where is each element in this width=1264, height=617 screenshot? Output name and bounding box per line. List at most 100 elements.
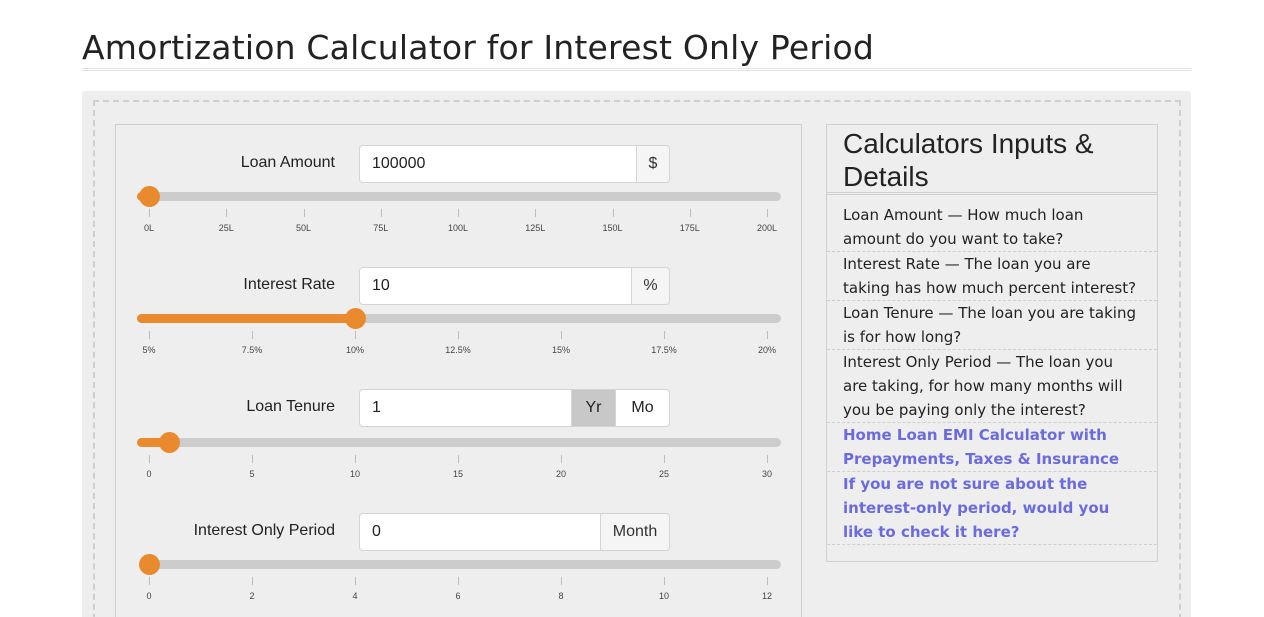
tenure-year-toggle[interactable]: Yr	[571, 389, 616, 427]
interest-rate-slider-fill	[137, 314, 355, 323]
info-item-interest-only-period: Interest Only Period — The loan you are …	[827, 350, 1157, 423]
info-item-loan-tenure: Loan Tenure — The loan you are taking is…	[827, 301, 1157, 350]
slider-tick	[355, 331, 356, 339]
slider-tick-label: 2	[249, 591, 255, 601]
loan-tenure-ticks: 0 5 10 15 20 25 30	[146, 455, 772, 485]
slider-tick	[226, 209, 228, 217]
slider-tick	[767, 209, 768, 217]
interest-only-period-slider-handle[interactable]	[139, 554, 160, 575]
slider-tick	[149, 455, 150, 463]
slider-tick-label: 15	[452, 469, 464, 479]
slider-tick	[664, 455, 665, 463]
slider-tick-label: 12.5%	[445, 345, 471, 355]
title-divider	[82, 68, 1191, 71]
interest-only-period-input[interactable]	[359, 513, 600, 551]
interest-rate-input[interactable]	[359, 267, 631, 305]
slider-tick-label: 150L	[602, 223, 623, 233]
interest-rate-label: Interest Rate	[243, 276, 335, 293]
loan-tenure-input[interactable]	[359, 389, 571, 427]
interest-rate-slider[interactable]	[137, 308, 781, 329]
slider-tick-label: 10	[349, 469, 361, 479]
slider-tick-label: 200L	[756, 223, 778, 233]
slider-tick	[535, 209, 537, 217]
page-title: Amortization Calculator for Interest Onl…	[82, 28, 874, 67]
slider-tick-label: 12	[761, 591, 773, 601]
percent-addon: %	[631, 267, 670, 305]
slider-tick	[458, 331, 459, 339]
slider-tick	[561, 577, 562, 585]
slider-tick	[689, 209, 691, 217]
slider-tick	[355, 577, 356, 585]
slider-tick	[303, 209, 305, 217]
interest-only-period-label: Interest Only Period	[193, 522, 335, 539]
slider-tick-label: 125L	[525, 223, 546, 233]
slider-tick-label: 8	[558, 591, 564, 601]
tenure-month-toggle[interactable]: Mo	[616, 389, 670, 427]
slider-tick	[149, 331, 150, 339]
interest-rate-ticks: 5% 7.5% 10% 12.5% 15% 17.5% 20%	[142, 331, 776, 361]
slider-tick	[252, 455, 253, 463]
slider-tick-label: 20%	[757, 345, 777, 355]
slider-tick	[149, 209, 150, 217]
slider-tick	[252, 577, 253, 585]
slider-tick-label: 0	[146, 591, 152, 601]
slider-tick-label: 30	[761, 469, 773, 479]
info-item-interest-rate: Interest Rate — The loan you are taking …	[827, 252, 1157, 301]
slider-tick-label: 15%	[551, 345, 571, 355]
slider-tick-label: 17.5%	[651, 345, 677, 355]
currency-addon: $	[636, 145, 670, 183]
slider-tick	[561, 331, 562, 339]
slider-tick-label: 6	[455, 591, 461, 601]
slider-tick-label: 50L	[295, 223, 312, 233]
loan-amount-group: $	[359, 145, 670, 183]
slider-tick	[380, 209, 382, 217]
slider-tick	[355, 455, 356, 463]
slider-tick-label: 175L	[679, 223, 700, 233]
info-panel-divider	[827, 192, 1157, 195]
loan-amount-input[interactable]	[359, 145, 636, 183]
loan-amount-slider[interactable]	[137, 186, 781, 207]
info-item-loan-amount: Loan Amount — How much loan amount do yo…	[827, 203, 1157, 252]
home-loan-emi-link[interactable]: Home Loan EMI Calculator with Prepayment…	[827, 423, 1157, 472]
slider-tick	[458, 455, 459, 463]
slider-tick	[252, 331, 253, 339]
slider-tick	[149, 577, 150, 585]
slider-tick-label: 25L	[218, 223, 234, 233]
slider-tick-label: 75L	[373, 223, 389, 233]
interest-only-check-link[interactable]: If you are not sure about the interest-o…	[827, 472, 1157, 545]
loan-tenure-group: Yr Mo	[359, 389, 670, 427]
slider-tick	[612, 209, 614, 217]
slider-tick-label: 0	[146, 469, 152, 479]
slider-tick	[664, 577, 665, 585]
info-list: Loan Amount — How much loan amount do yo…	[827, 203, 1157, 545]
loan-amount-label: Loan Amount	[240, 154, 335, 171]
slider-tick-label: 10%	[345, 345, 365, 355]
slider-tick	[561, 455, 562, 463]
slider-tick-label: 10	[658, 591, 670, 601]
loan-amount-slider-handle[interactable]	[139, 186, 160, 207]
slider-tick-label: 7.5%	[241, 345, 263, 355]
slider-tick-label: 20	[555, 469, 567, 479]
interest-rate-slider-handle[interactable]	[344, 308, 366, 329]
interest-rate-group: %	[359, 267, 670, 305]
slider-tick-label: 5%	[142, 345, 156, 355]
interest-only-period-ticks: 0 2 4 6 8 10 12	[146, 577, 772, 607]
month-addon: Month	[600, 513, 670, 551]
slider-tick	[458, 577, 459, 585]
loan-amount-ticks: 0L 25L 50L 75L 100L 125L 150L 175L 200L	[144, 209, 777, 239]
loan-tenure-label: Loan Tenure	[246, 398, 335, 415]
slider-tick-label: 5	[249, 469, 255, 479]
slider-tick	[767, 331, 768, 339]
interest-only-period-group: Month	[359, 513, 670, 551]
info-panel: Calculators Inputs & Details Loan Amount…	[826, 124, 1158, 562]
info-panel-title: Calculators Inputs & Details	[843, 128, 1094, 192]
slider-tick-label: 0L	[143, 223, 155, 233]
slider-tick-label: 25	[658, 469, 670, 479]
slider-tick	[458, 209, 459, 217]
slider-tick	[664, 331, 665, 339]
slider-tick	[767, 577, 768, 585]
interest-only-period-slider[interactable]	[139, 554, 781, 575]
loan-tenure-slider[interactable]	[137, 432, 781, 453]
slider-tick-label: 4	[352, 591, 358, 601]
slider-tick	[767, 455, 768, 463]
